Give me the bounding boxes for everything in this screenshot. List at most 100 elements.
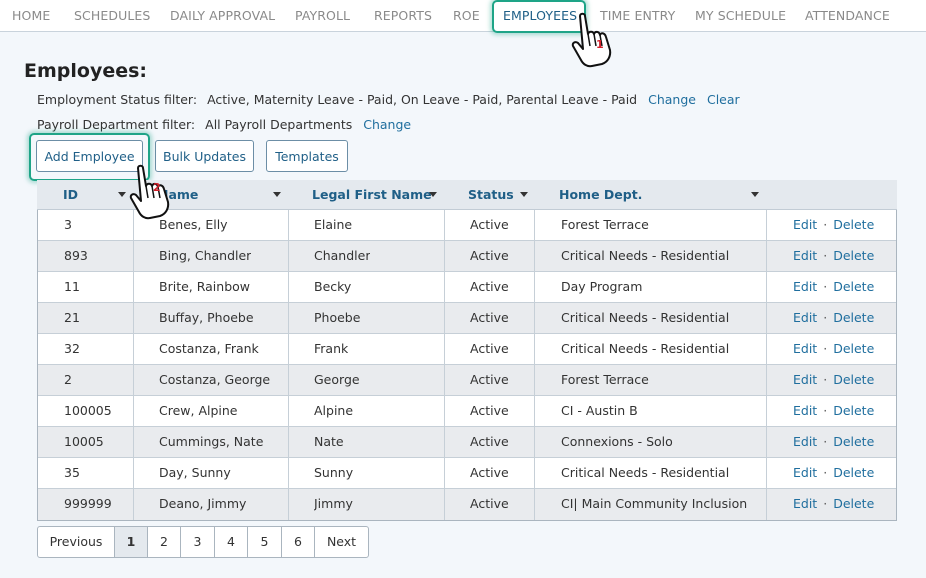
sort-status-icon[interactable] [520, 192, 528, 197]
column-divider [288, 427, 289, 458]
column-divider [288, 210, 289, 241]
cell-home-dept: CI - Austin B [561, 403, 638, 418]
delete-link[interactable]: Delete [833, 496, 874, 511]
delete-link[interactable]: Delete [833, 372, 874, 387]
column-divider [534, 210, 535, 241]
nav-schedules[interactable]: SCHEDULES [74, 8, 150, 23]
col-header-home-dept[interactable]: Home Dept. [559, 187, 642, 202]
edit-link[interactable]: Edit [793, 248, 817, 263]
pager-page-6[interactable]: 6 [282, 527, 315, 557]
row-actions: Edit · Delete [793, 427, 874, 458]
cell-legal-first-name: Chandler [314, 248, 371, 263]
dept-filter-change-link[interactable]: Change [363, 117, 411, 132]
edit-link[interactable]: Edit [793, 434, 817, 449]
edit-link[interactable]: Edit [793, 465, 817, 480]
sort-name-icon[interactable] [273, 192, 281, 197]
column-divider [534, 458, 535, 489]
column-divider [288, 272, 289, 303]
edit-link[interactable]: Edit [793, 279, 817, 294]
edit-link[interactable]: Edit [793, 372, 817, 387]
column-divider [133, 427, 134, 458]
edit-link[interactable]: Edit [793, 403, 817, 418]
nav-payroll[interactable]: PAYROLL [295, 8, 350, 23]
cell-id: 3 [64, 217, 72, 232]
cell-name: Bing, Chandler [159, 248, 252, 263]
dept-filter-line: Payroll Department filter: All Payroll De… [37, 117, 411, 132]
pager-previous-button[interactable]: Previous [38, 527, 115, 557]
cell-id: 2 [64, 372, 72, 387]
column-divider [766, 489, 767, 520]
pager-page-3[interactable]: 3 [181, 527, 215, 557]
column-divider [766, 303, 767, 334]
column-divider [766, 427, 767, 458]
column-divider [766, 334, 767, 365]
sort-first-name-icon[interactable] [429, 192, 437, 197]
sort-id-icon[interactable] [118, 192, 126, 197]
status-filter-change-link[interactable]: Change [648, 92, 696, 107]
cell-status: Active [470, 217, 509, 232]
pager-next-button[interactable]: Next [315, 527, 368, 557]
row-actions: Edit · Delete [793, 334, 874, 365]
cell-id: 999999 [64, 496, 112, 511]
separator-dot: · [823, 403, 828, 418]
column-divider [534, 365, 535, 396]
col-header-id[interactable]: ID [63, 187, 78, 202]
column-divider [444, 241, 445, 272]
column-divider [133, 365, 134, 396]
delete-link[interactable]: Delete [833, 465, 874, 480]
status-filter-line: Employment Status filter: Active, Materni… [37, 92, 740, 107]
row-actions: Edit · Delete [793, 272, 874, 303]
separator-dot: · [823, 217, 828, 232]
column-divider [288, 365, 289, 396]
pager-page-5[interactable]: 5 [248, 527, 282, 557]
status-filter-clear-link[interactable]: Clear [707, 92, 740, 107]
cell-home-dept: Critical Needs - Residential [561, 341, 730, 356]
delete-link[interactable]: Delete [833, 403, 874, 418]
nav-home[interactable]: HOME [12, 8, 50, 23]
pager-page-2[interactable]: 2 [148, 527, 181, 557]
delete-link[interactable]: Delete [833, 217, 874, 232]
column-divider [288, 489, 289, 520]
delete-link[interactable]: Delete [833, 279, 874, 294]
nav-attendance[interactable]: ATTENDANCE [805, 8, 890, 23]
cell-status: Active [470, 403, 509, 418]
column-divider [444, 396, 445, 427]
table-row: 32 Costanza, Frank Frank Active Critical Nee… [38, 334, 896, 365]
delete-link[interactable]: Delete [833, 310, 874, 325]
cell-home-dept: Forest Terrace [561, 372, 649, 387]
edit-link[interactable]: Edit [793, 310, 817, 325]
pager-page-1[interactable]: 1 [115, 527, 148, 557]
column-divider [288, 241, 289, 272]
edit-link[interactable]: Edit [793, 496, 817, 511]
column-divider [444, 334, 445, 365]
delete-link[interactable]: Delete [833, 434, 874, 449]
dept-filter-label: Payroll Department filter: [37, 117, 196, 132]
row-actions: Edit · Delete [793, 210, 874, 241]
column-divider [288, 458, 289, 489]
table-row: 11 Brite, Rainbow Becky Active Day Program Ed… [38, 272, 896, 303]
column-divider [534, 427, 535, 458]
pager-page-4[interactable]: 4 [215, 527, 248, 557]
nav-daily-approval[interactable]: DAILY APPROVAL [170, 8, 275, 23]
col-header-status[interactable]: Status [468, 187, 514, 202]
templates-button[interactable]: Templates [266, 140, 348, 172]
edit-link[interactable]: Edit [793, 217, 817, 232]
nav-my-schedule[interactable]: MY SCHEDULE [695, 8, 786, 23]
delete-link[interactable]: Delete [833, 341, 874, 356]
row-actions: Edit · Delete [793, 396, 874, 427]
sort-dept-icon[interactable] [751, 192, 759, 197]
col-header-legal-first-name[interactable]: Legal First Name [312, 187, 432, 202]
edit-link[interactable]: Edit [793, 341, 817, 356]
row-actions: Edit · Delete [793, 365, 874, 396]
nav-roe[interactable]: ROE [453, 8, 480, 23]
column-divider [444, 458, 445, 489]
cell-id: 35 [64, 465, 80, 480]
row-actions: Edit · Delete [793, 303, 874, 334]
table-row: 893 Bing, Chandler Chandler Active Critical … [38, 241, 896, 272]
top-nav: HOME SCHEDULES DAILY APPROVAL PAYROLL RE… [0, 0, 926, 32]
nav-reports[interactable]: REPORTS [374, 8, 432, 23]
cell-id: 893 [64, 248, 88, 263]
column-divider [288, 303, 289, 334]
cell-name: Buffay, Phoebe [159, 310, 254, 325]
delete-link[interactable]: Delete [833, 248, 874, 263]
